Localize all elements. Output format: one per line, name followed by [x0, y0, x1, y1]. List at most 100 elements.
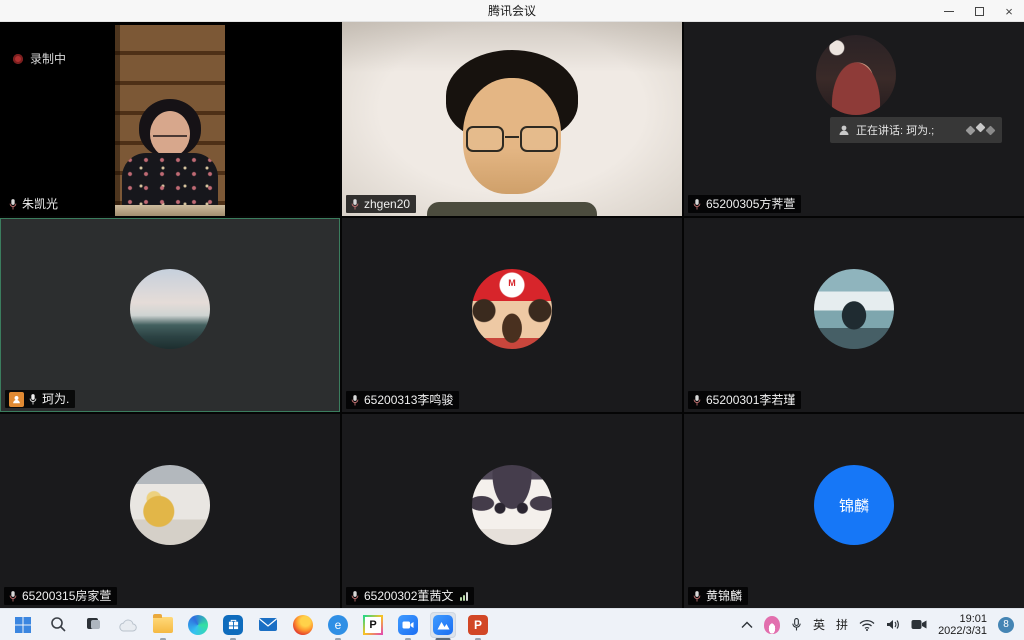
- video-app-icon: [398, 615, 418, 635]
- glasses-lens: [466, 126, 504, 152]
- notification-count-badge[interactable]: 8: [998, 617, 1014, 633]
- participant-name: 朱凯光: [22, 196, 58, 212]
- participant-tile-liruojin[interactable]: 65200301李若瑾: [684, 218, 1024, 412]
- participant-nameplate: 65200313李鸣骏: [346, 391, 459, 409]
- participant-nameplate: zhgen20: [346, 195, 416, 213]
- taskbar-clock[interactable]: 19:01 2022/3/31: [938, 613, 987, 637]
- start-button[interactable]: [10, 612, 36, 638]
- powerpoint-icon: P: [468, 615, 488, 635]
- qq-tray-icon[interactable]: [764, 616, 780, 634]
- volume-icon[interactable]: [886, 618, 900, 631]
- audio-wave-icon: [967, 127, 994, 134]
- app-e-button[interactable]: e: [325, 612, 351, 638]
- firefox-button[interactable]: [290, 612, 316, 638]
- camera-tray-icon[interactable]: [911, 619, 927, 630]
- participant-tile-fangjiaxuan[interactable]: 65200315房家萱: [0, 414, 340, 608]
- search-button[interactable]: [45, 612, 71, 638]
- video-app-button[interactable]: [395, 612, 421, 638]
- firefox-icon: [293, 615, 313, 635]
- avatar-initials: 锦麟: [814, 465, 894, 545]
- tencent-meeting-button[interactable]: [430, 612, 456, 638]
- muted-mic-icon: [350, 590, 360, 603]
- participant-tile-zhgen20[interactable]: zhgen20: [342, 22, 682, 216]
- windows-logo-icon: [14, 616, 32, 634]
- person-glasses: [153, 129, 187, 137]
- network-signal-icon: [460, 592, 468, 601]
- participant-nameplate: 朱凯光: [4, 195, 64, 213]
- ime-english-indicator[interactable]: 英: [813, 616, 825, 633]
- avatar-initials-text: 锦麟: [839, 495, 869, 516]
- mail-icon: [258, 617, 278, 632]
- wifi-icon[interactable]: [859, 619, 875, 631]
- tencent-meeting-icon: [433, 615, 453, 635]
- participant-tile-limingjun[interactable]: M 65200313李鸣骏: [342, 218, 682, 412]
- speaking-toast: 正在讲话: 珂为.;: [830, 117, 1002, 143]
- muted-mic-icon: [8, 198, 18, 211]
- avatar: [816, 35, 896, 115]
- search-icon: [50, 616, 67, 633]
- store-icon: [223, 615, 243, 635]
- microphone-tray-icon[interactable]: [791, 617, 802, 632]
- avatar: [130, 465, 210, 545]
- taskbar-app-icons: e P P: [10, 612, 491, 638]
- muted-mic-icon: [350, 198, 360, 211]
- microsoft-store-button[interactable]: [220, 612, 246, 638]
- speaking-toast-text: 正在讲话: 珂为.;: [856, 122, 934, 138]
- participant-nameplate: 65200315房家萱: [4, 587, 117, 605]
- task-view-icon: [85, 616, 102, 633]
- window-controls: ×: [934, 0, 1024, 22]
- muted-mic-icon: [350, 394, 360, 407]
- participant-nameplate: 65200305方荠萱: [688, 195, 801, 213]
- speaker-person-icon: [838, 124, 850, 136]
- mail-button[interactable]: [255, 612, 281, 638]
- maximize-icon: [975, 7, 984, 16]
- avatar: [130, 269, 210, 349]
- avatar-mario: M: [472, 269, 552, 349]
- pycharm-button[interactable]: P: [360, 612, 386, 638]
- video-feed: [115, 25, 225, 216]
- participant-name: 65200301李若瑾: [706, 392, 795, 408]
- task-view-button[interactable]: [80, 612, 106, 638]
- participant-tile-huangjinlin[interactable]: 锦麟 黄锦麟: [684, 414, 1024, 608]
- minimize-button[interactable]: [934, 0, 964, 22]
- participant-name: zhgen20: [364, 196, 410, 212]
- person-glasses: [466, 126, 558, 154]
- participant-name: 黄锦麟: [706, 588, 742, 604]
- maximize-button[interactable]: [964, 0, 994, 22]
- participant-tile-fangqixuan[interactable]: 正在讲话: 珂为.; 65200305方荠萱: [684, 22, 1024, 216]
- avatar: [814, 269, 894, 349]
- folder-icon: [153, 617, 173, 633]
- close-button[interactable]: ×: [994, 0, 1024, 22]
- participant-tile-zhukaiguang[interactable]: 录制中 朱凯光: [0, 22, 340, 216]
- weather-widget[interactable]: [115, 612, 141, 638]
- desk: [115, 205, 225, 216]
- participant-nameplate: 珂为.: [5, 390, 75, 408]
- powerpoint-button[interactable]: P: [465, 612, 491, 638]
- muted-mic-icon: [692, 394, 702, 407]
- participant-name: 65200313李鸣骏: [364, 392, 453, 408]
- avatar: [472, 465, 552, 545]
- active-mic-icon: [28, 393, 38, 406]
- window-title: 腾讯会议: [488, 2, 536, 19]
- participant-name: 珂为.: [42, 391, 69, 407]
- taskbar-time: 19:01: [938, 613, 987, 625]
- muted-mic-icon: [8, 590, 18, 603]
- tray-overflow-chevron-icon[interactable]: [741, 621, 753, 629]
- minimize-icon: [944, 11, 954, 12]
- participant-name: 65200305方荠萱: [706, 196, 795, 212]
- participant-nameplate: 65200302董茜文: [346, 587, 474, 605]
- participant-nameplate: 65200301李若瑾: [688, 391, 801, 409]
- glasses-lens: [520, 126, 558, 152]
- participant-tile-kewei[interactable]: 珂为.: [0, 218, 340, 412]
- participant-name: 65200302董茜文: [364, 588, 453, 604]
- pycharm-icon: P: [363, 615, 383, 635]
- participant-tile-dongqianwen[interactable]: 65200302董茜文: [342, 414, 682, 608]
- recording-dot-icon: [13, 54, 23, 64]
- windows-taskbar: e P P 英 拼 19:01 2022/3/31: [0, 608, 1024, 640]
- glasses-bridge: [505, 136, 519, 138]
- title-bar: 腾讯会议 ×: [0, 0, 1024, 22]
- file-explorer-button[interactable]: [150, 612, 176, 638]
- e-browser-icon: e: [328, 615, 348, 635]
- edge-browser-button[interactable]: [185, 612, 211, 638]
- ime-pinyin-indicator[interactable]: 拼: [836, 616, 848, 633]
